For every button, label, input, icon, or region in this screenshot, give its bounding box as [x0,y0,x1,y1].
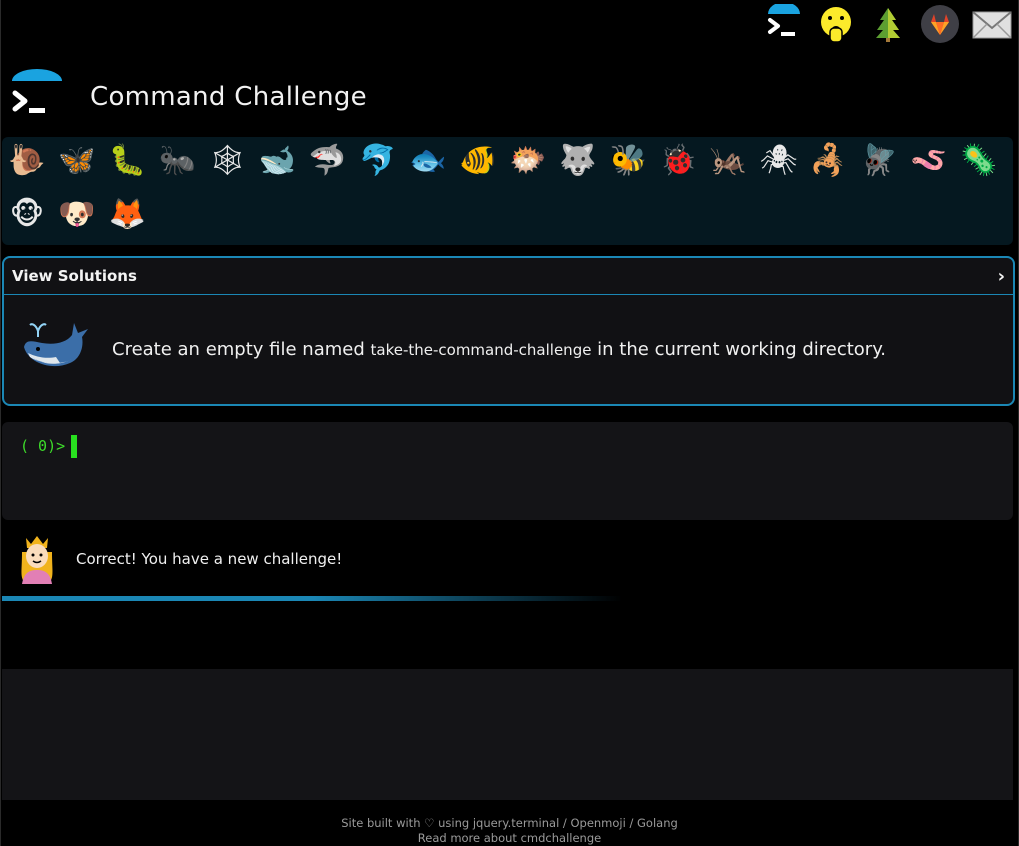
scorpion-icon[interactable]: 🦂 [809,141,849,181]
animal-glyph: 🐝 [609,143,647,178]
animal-glyph: 🐺 [559,143,597,178]
tree-icon[interactable] [867,3,909,45]
terminal-prompt: ( 0)> [20,437,66,455]
terminal[interactable]: ( 0)> [2,422,1013,520]
fish-icon[interactable]: 🐟 [408,141,448,181]
animal-glyph: 🐛 [108,143,146,178]
tropical-fish-icon[interactable]: 🐠 [458,141,498,181]
cricket-icon[interactable]: 🦗 [708,141,748,181]
worm-icon[interactable]: 🪱 [909,141,949,181]
ant-icon[interactable]: 🐜 [157,141,197,181]
animal-glyph: 🐌 [8,143,46,178]
lower-panel [2,669,1013,800]
footer-separator: / [625,816,637,830]
challenge-suffix: in the current working directory. [591,338,887,360]
challenge-prefix: Create an empty file named [112,338,371,360]
animal-glyph: 🕸 [208,143,247,178]
caterpillar-icon[interactable]: 🐛 [107,141,147,181]
challenge-filename: take-the-command-challenge [370,340,592,359]
animal-glyph: 🐟 [409,143,447,178]
challenge-animal-bar: 🐌 🦋 🐛 🐜 🕸 🐋 🦈 🐬 🐟 🐠 🐡 🐺 🐝 🐞 🦗 🕷 🦂 🪰 🪱 🦠 🐵 🐶 🦊 [2,137,1013,245]
animal-glyph: 🦗 [709,143,748,178]
animal-glyph: 🦊 [108,197,146,232]
app-root: Command Challenge 🐌 🦋 🐛 🐜 🕸 🐋 🦈 🐬 🐟 🐠 🐡 🐺 🐝 🐞 🦗 🕷 🦂 🪰 🪱 🦠 🐵 🐶… [0,0,1019,846]
status-message: Correct! You have a new challenge! [14,530,342,588]
footer-credit: Site built with ♡ using [341,816,473,830]
blowfish-icon[interactable]: 🐡 [508,141,548,181]
animal-glyph: 🐞 [659,143,697,178]
golang-link[interactable]: Golang [637,816,678,830]
challenge-text: Create an empty file named take-the-comm… [112,339,886,360]
gitlab-icon[interactable] [919,3,961,45]
shushing-face-icon[interactable] [815,3,857,45]
solutions-panel: View Solutions › Create an empty file na… [2,256,1015,406]
animal-glyph: 🦂 [809,143,848,178]
animal-glyph: 🦋 [58,143,96,178]
read-more-link[interactable]: Read more about cmdchallenge [418,831,601,845]
spider-web-icon[interactable]: 🕸 [207,141,247,181]
animal-glyph: 🐵 [9,197,45,232]
wolf-icon[interactable]: 🐺 [558,141,598,181]
terminal-icon[interactable] [763,3,805,45]
butterfly-icon[interactable]: 🦋 [57,141,97,181]
ladybug-icon[interactable]: 🐞 [658,141,698,181]
princess-icon [14,530,60,588]
view-solutions-toggle[interactable]: View Solutions › [4,258,1013,295]
footer-separator: / [559,816,571,830]
footer-line-1: Site built with ♡ using jquery.terminal … [0,816,1019,831]
openmoji-link[interactable]: Openmoji [570,816,625,830]
spider-icon[interactable]: 🕷 [759,141,799,181]
progress-bar [2,596,622,601]
animal-glyph: 🪱 [910,143,948,178]
chevron-right-icon[interactable]: › [998,266,1005,287]
fly-icon[interactable]: 🪰 [859,141,899,181]
animal-glyph: 🦈 [308,143,347,178]
view-solutions-label: View Solutions [12,267,137,285]
challenge-description: Create an empty file named take-the-comm… [4,295,1013,403]
animal-glyph: 🐜 [158,143,196,178]
page-title: Command Challenge [90,82,367,112]
snail-icon[interactable]: 🐌 [7,141,47,181]
whale-icon [18,317,90,381]
terminal-cursor[interactable] [71,435,77,458]
microbe-icon[interactable]: 🦠 [959,141,999,181]
dog-icon[interactable]: 🐶 [57,195,97,235]
mail-icon[interactable] [971,3,1013,45]
footer-line-2: Read more about cmdchallenge [0,831,1019,846]
message-text: Correct! You have a new challenge! [76,550,343,568]
whale-icon[interactable]: 🐋 [258,141,298,181]
page-header: Command Challenge [10,62,367,132]
top-icon-bar [763,2,1013,46]
animal-glyph: 🪰 [860,143,898,178]
terminal-logo-icon[interactable] [10,69,64,125]
left-border [0,0,1,846]
animal-glyph: 🕷 [759,143,798,178]
animal-glyph: 🐡 [509,143,547,178]
footer: Site built with ♡ using jquery.terminal … [0,816,1019,846]
bee-icon[interactable]: 🐝 [608,141,648,181]
animal-glyph: 🐋 [258,143,297,178]
animal-glyph: 🐶 [58,197,96,232]
animal-glyph: 🐬 [359,143,397,178]
monkey-icon[interactable]: 🐵 [7,195,47,235]
dolphin-icon[interactable]: 🐬 [358,141,398,181]
fox-icon[interactable]: 🦊 [107,195,147,235]
shark-icon[interactable]: 🦈 [308,141,348,181]
jquery-terminal-link[interactable]: jquery.terminal [473,816,559,830]
animal-glyph: 🐠 [459,143,497,178]
animal-glyph: 🦠 [960,143,998,178]
